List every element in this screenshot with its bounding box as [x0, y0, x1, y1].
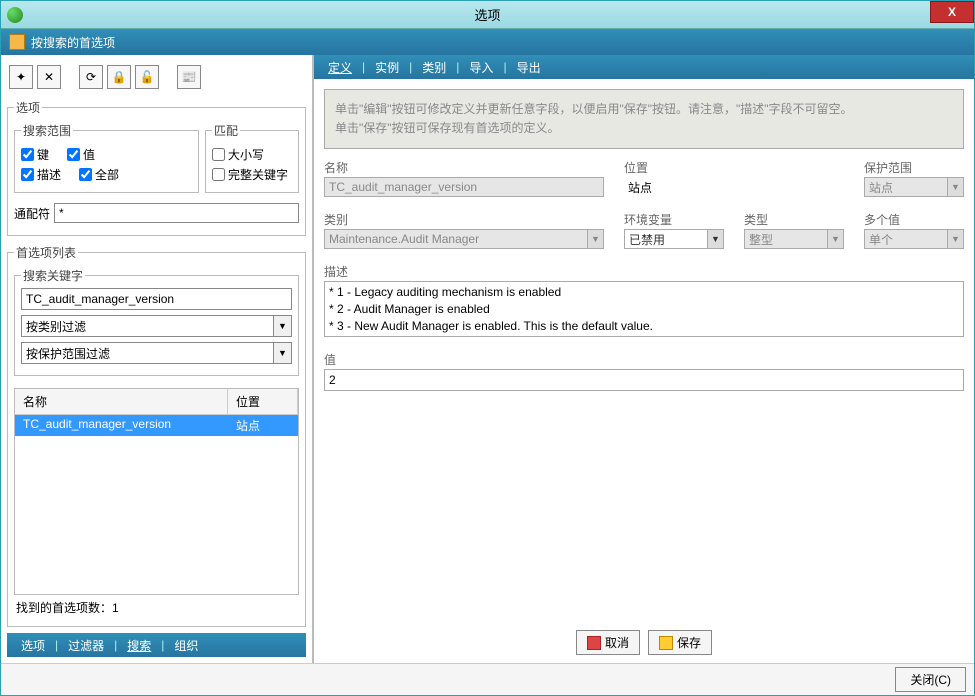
form-area: 名称 TC_audit_manager_version 位置 站点 保护范围 站…	[314, 159, 974, 391]
val-label: 值	[324, 351, 964, 368]
wildcard-label: 通配符	[14, 205, 50, 222]
table-row[interactable]: TC_audit_manager_version 站点	[15, 415, 298, 436]
desc-line: * 3 - New Audit Manager is enabled. This…	[329, 318, 959, 335]
cell-name: TC_audit_manager_version	[15, 415, 228, 436]
lock-icon[interactable]: 🔒	[107, 65, 131, 89]
search-scope-group: 搜索范围 键 值 描述 全部	[14, 122, 199, 193]
save-icon	[659, 636, 673, 650]
table-header: 名称 位置	[15, 389, 298, 415]
scope-legend: 搜索范围	[21, 122, 73, 139]
scope-label: 保护范围	[864, 159, 964, 176]
value-input[interactable]	[324, 369, 964, 391]
chevron-down-icon: ▼	[947, 230, 963, 248]
options-legend: 选项	[14, 99, 42, 116]
window-title: 选项	[474, 5, 500, 24]
left-bottom-nav: 选项| 过滤器| 搜索| 组织	[7, 633, 306, 657]
match-legend: 匹配	[212, 122, 240, 139]
right-tabs: 定义| 实例| 类别| 导入| 导出	[314, 55, 974, 79]
env-field[interactable]: 已禁用▼	[624, 229, 724, 249]
match-group: 匹配 大小写 完整关键字	[205, 122, 299, 193]
wildcard-input[interactable]	[54, 203, 299, 223]
name-field: TC_audit_manager_version	[324, 177, 604, 197]
save-button[interactable]: 保存	[648, 630, 712, 655]
col-loc[interactable]: 位置	[228, 389, 298, 414]
left-panel: ✦ ✕ ⟳ 🔒 🔓 📰 选项 搜索范围 键 值	[1, 55, 314, 663]
search-key-group: 搜索关键字 TC_audit_manager_version 按类别过滤▼ 按保…	[14, 267, 299, 376]
tab-instance[interactable]: 实例	[365, 59, 409, 76]
close-button[interactable]: X	[930, 1, 974, 23]
name-label: 名称	[324, 159, 604, 176]
type-label: 类型	[744, 211, 844, 228]
cat-field: Maintenance.Audit Manager▼	[324, 229, 604, 249]
cancel-icon	[587, 636, 601, 650]
chevron-down-icon: ▼	[947, 178, 963, 196]
chevron-down-icon: ▼	[707, 230, 723, 248]
cat-label: 类别	[324, 211, 604, 228]
chevron-down-icon: ▼	[827, 230, 843, 248]
scope-desc-check[interactable]: 描述	[21, 166, 61, 183]
titlebar: 选项 X	[1, 1, 974, 29]
loc-value: 站点	[624, 177, 824, 197]
col-name[interactable]: 名称	[15, 389, 228, 414]
nav-filters[interactable]: 过滤器	[62, 637, 110, 654]
report-icon[interactable]: 📰	[177, 65, 201, 89]
preflist-legend: 首选项列表	[14, 244, 78, 261]
tab-import[interactable]: 导入	[459, 59, 503, 76]
loc-label: 位置	[624, 159, 824, 176]
cancel-button[interactable]: 取消	[576, 630, 640, 655]
env-label: 环境变量	[624, 211, 724, 228]
refresh-icon[interactable]: ⟳	[79, 65, 103, 89]
help-box: 单击"编辑"按钮可修改定义并更新任意字段，以便启用"保存"按钮。请注意，"描述"…	[324, 89, 964, 149]
filter-category-select[interactable]: 按类别过滤▼	[21, 315, 292, 337]
scope-all-check[interactable]: 全部	[79, 166, 119, 183]
unlock-icon[interactable]: 🔓	[135, 65, 159, 89]
delete-icon[interactable]: ✕	[37, 65, 61, 89]
close-dialog-button[interactable]: 关闭(C)	[895, 667, 966, 692]
filter-scope-select[interactable]: 按保护范围过滤▼	[21, 342, 292, 364]
footer: 关闭(C)	[1, 663, 974, 695]
desc-line: * 2 - Audit Manager is enabled	[329, 301, 959, 318]
cell-loc: 站点	[228, 415, 298, 436]
nav-options[interactable]: 选项	[15, 637, 51, 654]
desc-field[interactable]: * 1 - Legacy auditing mechanism is enabl…	[324, 281, 964, 337]
new-icon[interactable]: ✦	[9, 65, 33, 89]
desc-label: 描述	[324, 263, 964, 280]
multi-label: 多个值	[864, 211, 964, 228]
searchkey-legend: 搜索关键字	[21, 267, 85, 284]
multi-field: 单个▼	[864, 229, 964, 249]
match-case-check[interactable]: 大小写	[212, 146, 264, 163]
chevron-down-icon: ▼	[587, 230, 603, 248]
options-window: 选项 X 按搜索的首选项 ✦ ✕ ⟳ 🔒 🔓 📰 选项 搜索范围	[0, 0, 975, 696]
scope-field: 站点▼	[864, 177, 964, 197]
action-bar: 取消 保存	[314, 622, 974, 663]
results-table: 名称 位置 TC_audit_manager_version 站点	[14, 388, 299, 595]
tab-category[interactable]: 类别	[412, 59, 456, 76]
nav-search[interactable]: 搜索	[121, 637, 157, 654]
chevron-down-icon: ▼	[273, 343, 291, 363]
right-panel: 定义| 实例| 类别| 导入| 导出 单击"编辑"按钮可修改定义并更新任意字段，…	[314, 55, 974, 663]
desc-line: * 1 - Legacy auditing mechanism is enabl…	[329, 284, 959, 301]
preflist-group: 首选项列表 搜索关键字 TC_audit_manager_version 按类别…	[7, 244, 306, 627]
match-whole-check[interactable]: 完整关键字	[212, 166, 288, 183]
scope-value-check[interactable]: 值	[67, 146, 95, 163]
help-line2: 单击"保存"按钮可保存现有首选项的定义。	[335, 119, 953, 138]
sub-title: 按搜索的首选项	[31, 34, 115, 51]
nav-org[interactable]: 组织	[168, 637, 204, 654]
chevron-down-icon: ▼	[273, 316, 291, 336]
help-line1: 单击"编辑"按钮可修改定义并更新任意字段，以便启用"保存"按钮。请注意，"描述"…	[335, 100, 953, 119]
left-toolbar: ✦ ✕ ⟳ 🔒 🔓 📰	[7, 61, 306, 97]
app-icon	[7, 7, 23, 23]
type-field: 整型▼	[744, 229, 844, 249]
keyword-input[interactable]: TC_audit_manager_version	[21, 288, 292, 310]
found-count: 找到的首选项数：1	[14, 595, 299, 620]
sub-header: 按搜索的首选项	[1, 29, 974, 55]
scope-key-check[interactable]: 键	[21, 146, 49, 163]
options-group: 选项 搜索范围 键 值 描述 全部 匹配	[7, 99, 306, 236]
tab-export[interactable]: 导出	[507, 59, 551, 76]
tab-definition[interactable]: 定义	[318, 59, 362, 76]
pref-icon	[9, 34, 25, 50]
